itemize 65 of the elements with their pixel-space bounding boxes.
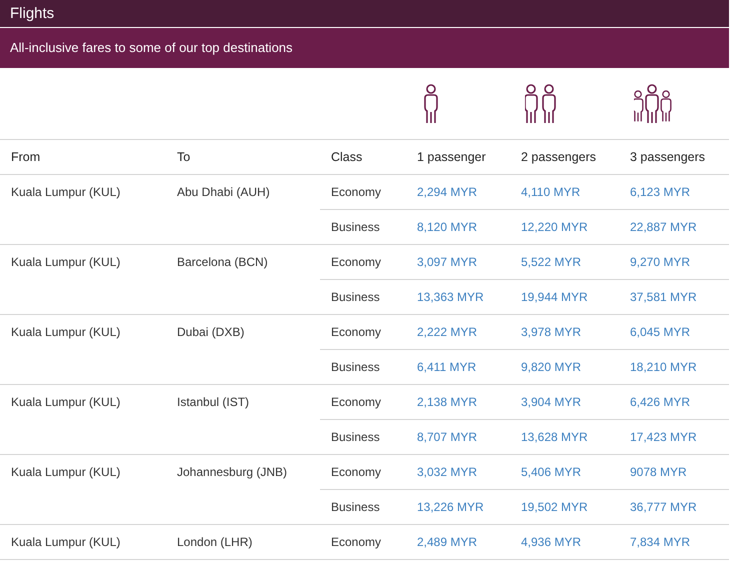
- column-header: Class: [320, 140, 406, 174]
- destination-text: London (LHR): [177, 535, 252, 549]
- fare-link[interactable]: 22,887 MYR: [630, 220, 697, 234]
- fare-link[interactable]: 37,581 MYR: [630, 290, 697, 304]
- fare-link[interactable]: 19,502 MYR: [521, 500, 588, 514]
- fare-link[interactable]: 6,411 MYR: [417, 360, 476, 374]
- class-text: Economy: [331, 255, 382, 269]
- fare-link[interactable]: 2,489 MYR: [417, 535, 478, 549]
- fare-link[interactable]: 2,294 MYR: [417, 185, 478, 199]
- fare-link[interactable]: 8,707 MYR: [417, 430, 478, 444]
- fare-link[interactable]: 6,045 MYR: [630, 325, 690, 339]
- fare-link[interactable]: 13,226 MYR: [417, 500, 484, 514]
- destination-text: Istanbul (IST): [177, 395, 250, 409]
- fare-link[interactable]: 12,220 MYR: [521, 220, 588, 234]
- origin-text: Kuala Lumpur (KUL): [11, 395, 120, 409]
- destination-text: Johannesburg (JNB): [177, 465, 288, 479]
- class-text: Business: [331, 290, 380, 304]
- column-header: 2 passengers: [510, 140, 619, 174]
- column-header: 3 passengers: [619, 140, 729, 174]
- fare-link[interactable]: 4,110 MYR: [521, 185, 580, 199]
- fare-link[interactable]: 2,222 MYR: [417, 325, 478, 339]
- origin-text: Kuala Lumpur (KUL): [11, 185, 120, 199]
- fare-link[interactable]: 5,406 MYR: [521, 465, 582, 479]
- column-header: From: [0, 140, 166, 174]
- table-caption: All-inclusive fares to some of our top destinations: [0, 28, 729, 68]
- class-text: Economy: [331, 535, 382, 549]
- origin-text: Kuala Lumpur (KUL): [11, 255, 120, 269]
- fare-link[interactable]: 17,423 MYR: [630, 430, 697, 444]
- fare-link[interactable]: 2,138 MYR: [417, 395, 478, 409]
- origin-text: Kuala Lumpur (KUL): [11, 535, 120, 549]
- fare-link[interactable]: 18,210 MYR: [630, 360, 697, 374]
- passengers-icon: [421, 82, 441, 124]
- fare-link[interactable]: 8,120 MYR: [417, 220, 478, 234]
- fare-link[interactable]: 9078 MYR: [630, 465, 687, 479]
- fare-link[interactable]: 3,904 MYR: [521, 395, 582, 409]
- fare-link[interactable]: 3,097 MYR: [417, 255, 478, 269]
- destination-text: Abu Dhabi (AUH): [177, 185, 270, 199]
- class-text: Business: [331, 360, 380, 374]
- fare-link[interactable]: 13,628 MYR: [521, 430, 588, 444]
- fare-link[interactable]: 5,522 MYR: [521, 255, 582, 269]
- class-text: Business: [331, 500, 380, 514]
- fare-link[interactable]: 13,363 MYR: [417, 290, 484, 304]
- fare-link[interactable]: 9,820 MYR: [521, 360, 582, 374]
- fare-link[interactable]: 4,936 MYR: [521, 535, 582, 549]
- origin-text: Kuala Lumpur (KUL): [11, 465, 120, 479]
- fare-link[interactable]: 3,978 MYR: [521, 325, 582, 339]
- class-text: Economy: [331, 325, 382, 339]
- class-text: Economy: [331, 395, 382, 409]
- window-title: Flights: [0, 0, 729, 28]
- fare-link[interactable]: 6,426 MYR: [630, 395, 690, 409]
- origin-text: Kuala Lumpur (KUL): [11, 325, 120, 339]
- destination-text: Dubai (DXB): [177, 325, 244, 339]
- fare-link[interactable]: 19,944 MYR: [521, 290, 588, 304]
- column-header: 1 passenger: [406, 140, 510, 174]
- class-text: Economy: [331, 185, 382, 199]
- fare-link[interactable]: 6,123 MYR: [630, 185, 690, 199]
- class-text: Economy: [331, 465, 382, 479]
- fare-link[interactable]: 7,834 MYR: [630, 535, 690, 549]
- column-header: To: [166, 140, 320, 174]
- fare-link[interactable]: 3,032 MYR: [417, 465, 478, 479]
- destination-text: Barcelona (BCN): [177, 255, 268, 269]
- class-text: Business: [331, 220, 380, 234]
- fare-link[interactable]: 9,270 MYR: [630, 255, 690, 269]
- class-text: Business: [331, 430, 380, 444]
- fare-link[interactable]: 36,777 MYR: [630, 500, 697, 514]
